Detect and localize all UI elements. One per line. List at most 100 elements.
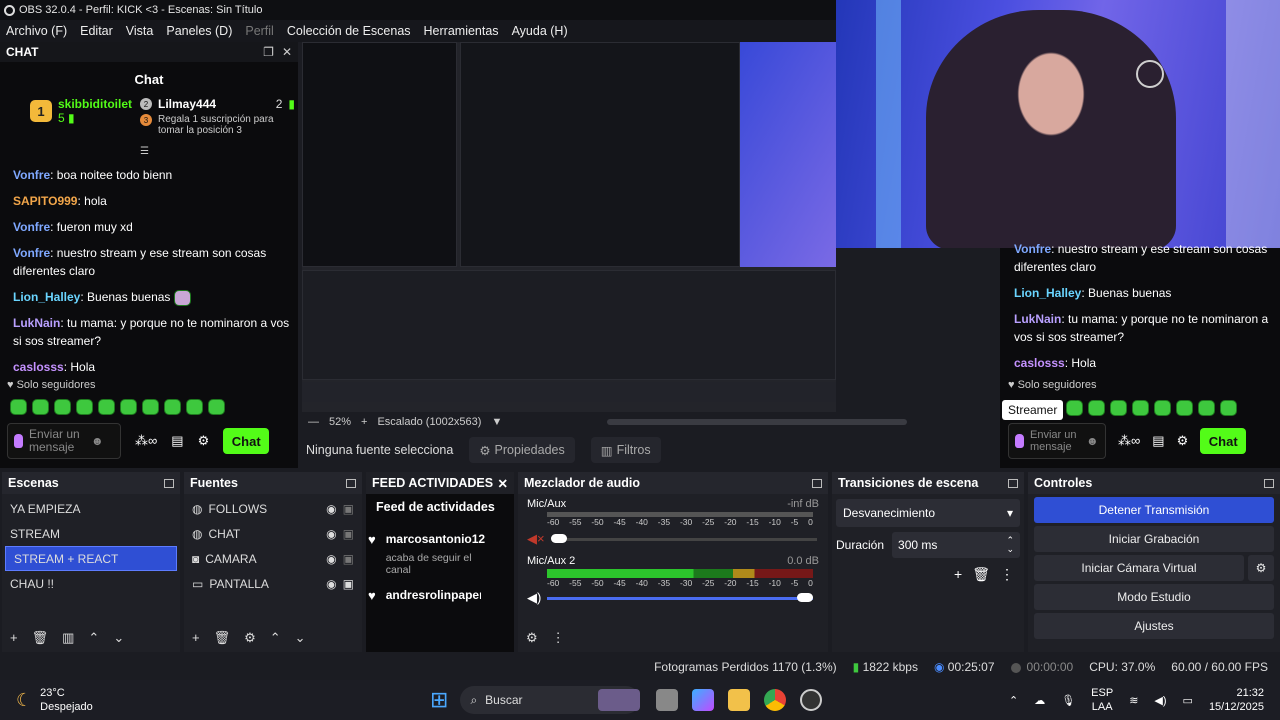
menu-ayuda[interactable]: Ayuda (H) — [512, 24, 568, 38]
scene-item[interactable]: YA EMPIEZA — [2, 496, 180, 521]
send-chat-button[interactable]: Chat — [1200, 428, 1247, 454]
menu-herramientas[interactable]: Herramientas — [424, 24, 499, 38]
mic-tray-icon[interactable]: 🎙 — [1061, 694, 1075, 707]
emote-icon[interactable] — [10, 399, 27, 415]
emote-icon[interactable] — [1198, 400, 1215, 416]
battery-icon[interactable]: ▭ — [1183, 694, 1193, 707]
chat-username[interactable]: LukNain — [13, 316, 60, 330]
gear-icon[interactable]: ⚙ — [1177, 433, 1189, 449]
collapse-icon[interactable]: ☰ — [140, 146, 149, 157]
undock-icon[interactable] — [346, 478, 356, 488]
lock-icon[interactable]: ▣ — [343, 502, 354, 516]
emoji-icon[interactable]: ☻ — [91, 434, 104, 448]
start-recording-button[interactable]: Iniciar Grabación — [1034, 526, 1274, 552]
eye-icon[interactable]: ◉ — [326, 577, 336, 591]
clock-time[interactable]: 21:32 — [1209, 686, 1264, 700]
settings-button[interactable]: Ajustes — [1034, 613, 1274, 639]
chrome-icon[interactable] — [764, 689, 787, 711]
chat-username[interactable]: Lion_Halley — [13, 290, 80, 304]
trash-icon[interactable]: 🗑 — [972, 566, 990, 583]
stop-streaming-button[interactable]: Detener Transmisión — [1034, 497, 1274, 523]
undock-icon[interactable] — [812, 478, 822, 488]
source-item[interactable]: ◍ FOLLOWS ◉ ▣ — [184, 496, 362, 521]
emote-icon[interactable] — [1176, 400, 1193, 416]
eye-icon[interactable]: ◉ — [326, 502, 336, 516]
chat-username[interactable]: Vonfre — [13, 220, 50, 234]
studio-mode-button[interactable]: Modo Estudio — [1034, 584, 1274, 610]
source-item[interactable]: ◍ CHAT ◉ ▣ — [184, 521, 362, 546]
emote-icon[interactable] — [142, 399, 159, 415]
undock-icon[interactable] — [164, 478, 174, 488]
emote-icon[interactable] — [1220, 400, 1237, 416]
add-icon[interactable]: + — [10, 630, 18, 646]
volume-slider[interactable] — [547, 593, 814, 603]
cloud-icon[interactable]: ☁ — [1034, 694, 1045, 707]
gear-icon[interactable]: ⚙ — [198, 433, 210, 449]
add-icon[interactable]: + — [192, 630, 200, 646]
weather-widget[interactable]: ☾ 23°C Despejado — [0, 686, 430, 715]
volume-slider[interactable] — [550, 534, 817, 544]
chevron-up-icon[interactable]: ⌃ — [1009, 694, 1018, 707]
scene-item[interactable]: CHAU !! — [2, 571, 180, 596]
start-virtual-camera-button[interactable]: Iniciar Cámara Virtual — [1034, 555, 1244, 581]
emoji-icon[interactable]: ☻ — [1086, 434, 1099, 448]
close-icon[interactable]: ✕ — [282, 45, 292, 59]
scale-dropdown-icon[interactable]: ▼ — [491, 416, 502, 428]
menu-vista[interactable]: Vista — [126, 24, 154, 38]
emote-icon[interactable] — [1110, 400, 1127, 416]
trash-icon[interactable]: 🗑 — [214, 630, 231, 646]
chat-username[interactable]: SAPITO999 — [13, 194, 77, 208]
emote-icon[interactable] — [98, 399, 115, 415]
copilot-icon[interactable] — [692, 689, 715, 711]
volume-icon[interactable]: ◀) — [1154, 694, 1166, 707]
chat-input[interactable]: Enviar un mensaje ☻ — [7, 423, 121, 459]
more-icon[interactable]: ⋮ — [552, 630, 565, 646]
folder-icon[interactable] — [728, 689, 751, 711]
emote-icon[interactable] — [1088, 400, 1105, 416]
lock-icon[interactable]: ▣ — [343, 527, 354, 541]
trash-icon[interactable]: 🗑 — [32, 630, 49, 646]
source-item[interactable]: ▭ PANTALLA ◉ ▣ — [184, 571, 362, 596]
preview-canvas[interactable] — [302, 42, 836, 412]
users-icon[interactable]: ⁂∞ — [1118, 433, 1140, 449]
menu-archivo[interactable]: Archivo (F) — [6, 24, 67, 38]
speaker-icon[interactable]: ◀) — [527, 590, 541, 606]
emote-icon[interactable] — [1066, 400, 1083, 416]
menu-coleccion-escenas[interactable]: Colección de Escenas — [287, 24, 411, 38]
chat-username[interactable]: Lion_Halley — [1014, 286, 1081, 300]
menu-perfil[interactable]: Perfil — [245, 24, 273, 38]
scene-item[interactable]: STREAM — [2, 521, 180, 546]
emote-icon[interactable] — [164, 399, 181, 415]
chat-input[interactable]: Enviar un mensaje ☻ — [1008, 423, 1106, 459]
filter-icon[interactable]: ▥ — [62, 630, 74, 646]
close-icon[interactable]: ✕ — [498, 476, 508, 491]
store-icon[interactable]: ▤ — [1152, 433, 1164, 449]
taskbar-search[interactable]: ⌕ Buscar — [460, 686, 641, 714]
preview-scrollbar[interactable] — [607, 419, 908, 425]
add-icon[interactable]: + — [954, 566, 962, 583]
chat-username[interactable]: Vonfre — [1014, 242, 1051, 256]
menu-editar[interactable]: Editar — [80, 24, 113, 38]
source-item[interactable]: ◙ CAMARA ◉ ▣ — [184, 546, 362, 571]
gear-icon[interactable]: ⚙ — [244, 630, 256, 646]
emote-icon[interactable] — [208, 399, 225, 415]
store-icon[interactable]: ▤ — [171, 433, 183, 449]
chat-username[interactable]: caslosss — [1014, 356, 1065, 370]
emote-icon[interactable] — [76, 399, 93, 415]
emote-icon[interactable] — [1154, 400, 1171, 416]
send-chat-button[interactable]: Chat — [223, 428, 270, 454]
emote-icon[interactable] — [54, 399, 71, 415]
windows-start-icon[interactable]: ⊞ — [430, 687, 448, 713]
chevron-down-icon[interactable]: ⌄ — [295, 630, 306, 646]
menu-paneles[interactable]: Paneles (D) — [166, 24, 232, 38]
emote-icon[interactable] — [120, 399, 137, 415]
obs-app-icon[interactable] — [800, 689, 823, 711]
properties-button[interactable]: ⚙ Propiedades — [469, 437, 575, 463]
muted-speaker-icon[interactable]: ◀× — [527, 531, 545, 547]
more-icon[interactable]: ⋮ — [1000, 566, 1014, 583]
eye-icon[interactable]: ◉ — [326, 527, 336, 541]
chevron-down-icon[interactable]: ⌄ — [113, 630, 124, 646]
chat-username[interactable]: caslosss — [13, 360, 64, 374]
scene-item-selected[interactable]: STREAM + REACT — [5, 546, 177, 571]
chat-username[interactable]: Vonfre — [13, 246, 50, 260]
